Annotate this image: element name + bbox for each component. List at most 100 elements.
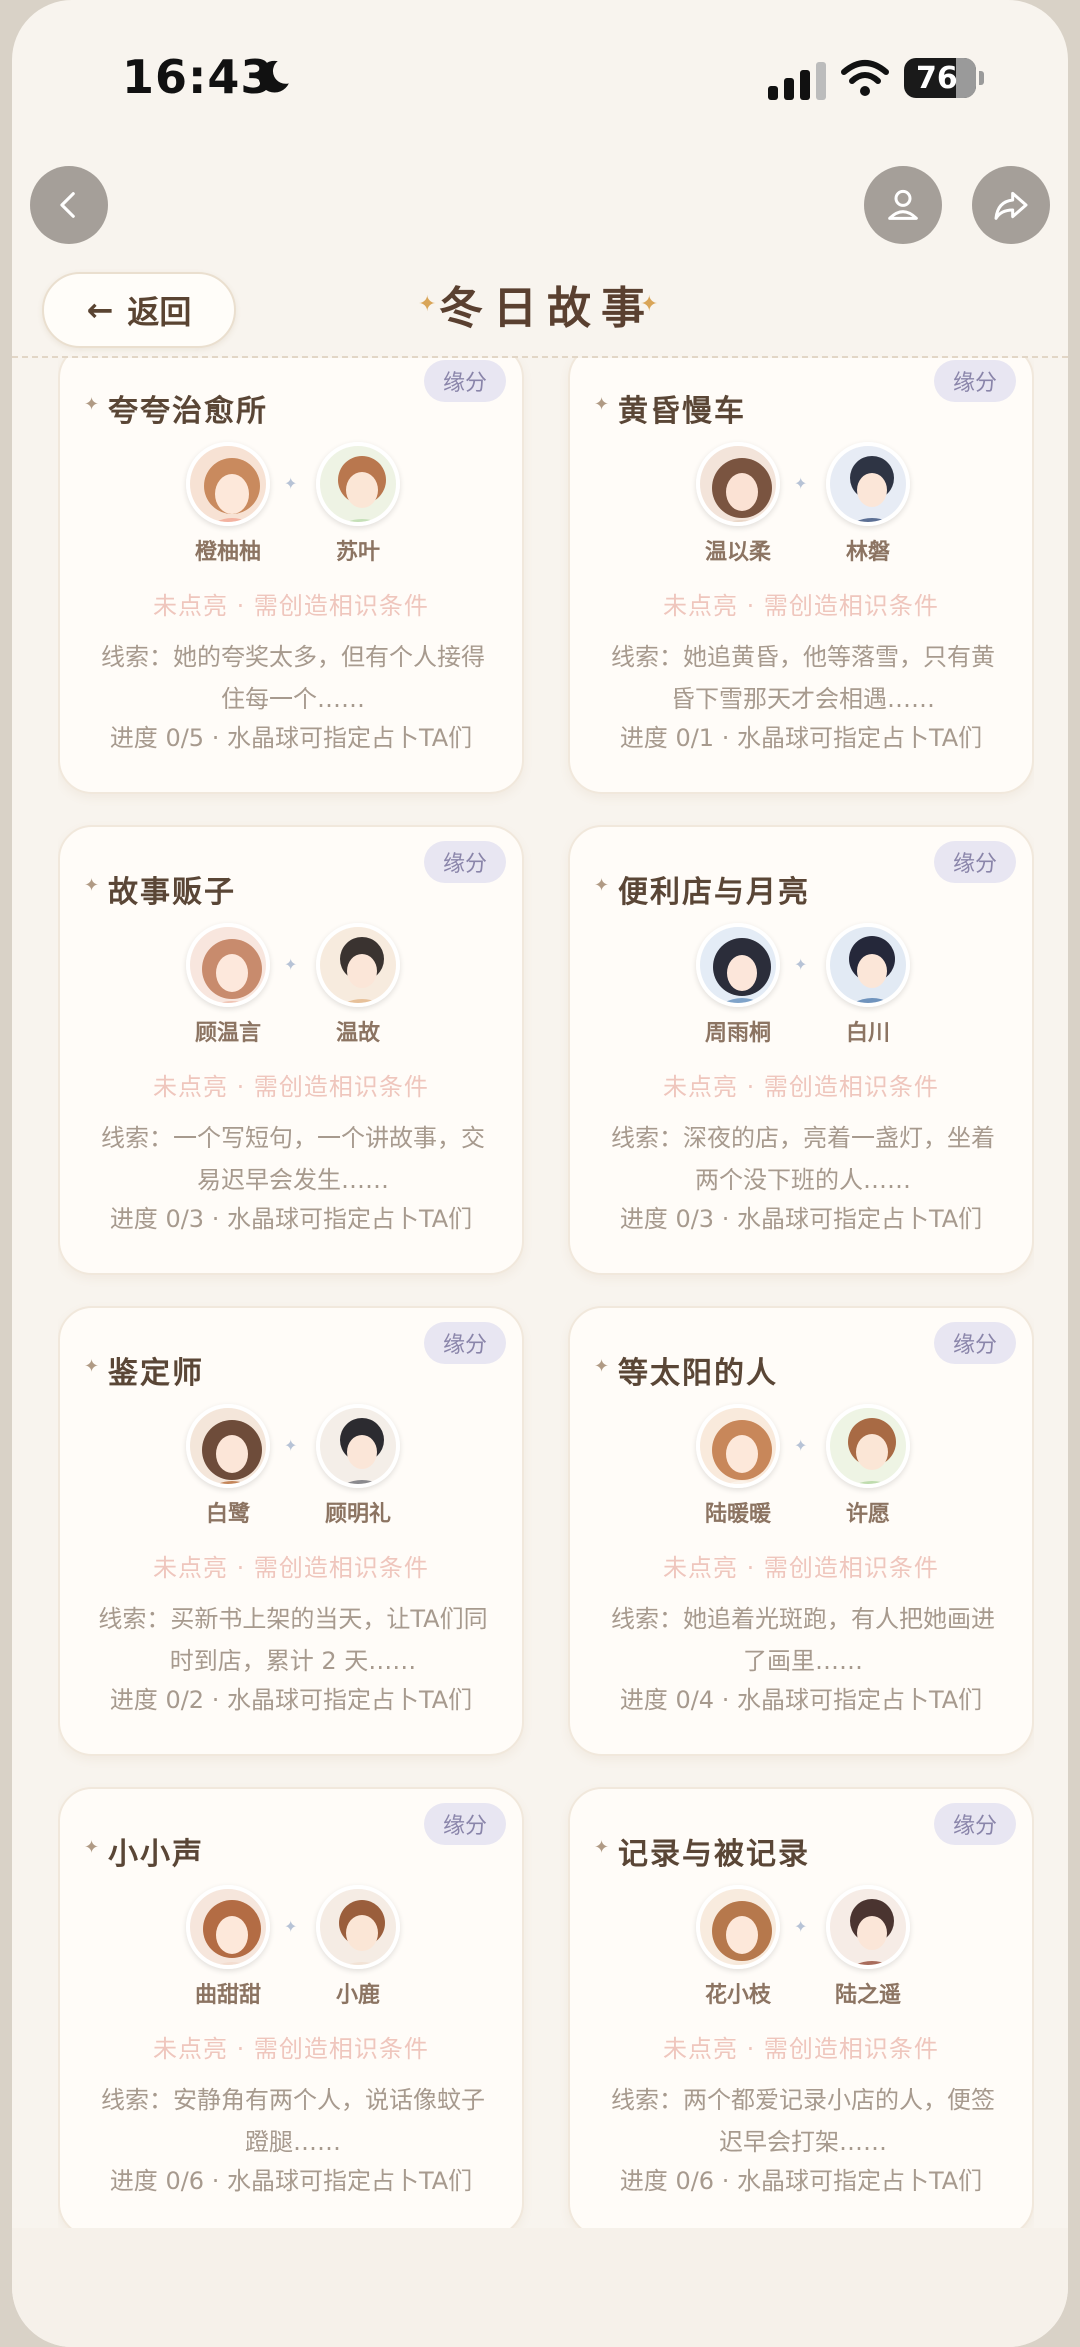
- star-icon: ✦: [594, 394, 610, 415]
- story-card[interactable]: 缘分 ✦ 记录与被记录 ✦ 花小枝 陆之遥 未点亮 · 需创造相识条件 线索：两…: [568, 1787, 1034, 2228]
- story-card[interactable]: 缘分 ✦ 等太阳的人 ✦ 陆暖暖 许愿 未点亮 · 需创造相识条件 线索：她追着…: [568, 1306, 1034, 1756]
- nav-back-button[interactable]: [30, 166, 108, 244]
- fate-badge: 缘分: [424, 841, 506, 883]
- character-name: 顾明礼: [324, 1502, 391, 1527]
- card-progress: 进度 0/5 · 水晶球可指定占卜TA们: [109, 724, 473, 752]
- card-title: 便利店与月亮: [618, 875, 810, 910]
- fate-badge: 缘分: [424, 360, 506, 402]
- character-name: 橙柚柚: [194, 540, 261, 565]
- card-title: 小小声: [108, 1837, 204, 1872]
- card-progress: 进度 0/6 · 水晶球可指定占卜TA们: [109, 2167, 473, 2195]
- card-progress: 进度 0/3 · 水晶球可指定占卜TA们: [109, 1205, 473, 1233]
- avatar: [316, 442, 400, 526]
- card-clue: 线索：她追黄昏，他等落雪，只有黄昏下雪那天才会相遇……: [611, 643, 995, 713]
- avatar: [696, 1404, 780, 1488]
- card-title: 记录与被记录: [618, 1837, 810, 1872]
- fate-badge: 缘分: [934, 1803, 1016, 1845]
- character-name: 小鹿: [335, 1983, 380, 2008]
- status-time: 16:43: [122, 50, 274, 104]
- avatar: [826, 1885, 910, 1969]
- fate-badge: 缘分: [424, 1322, 506, 1364]
- card-clue: 线索：买新书上架的当天，让TA们同时到店，累计 2 天……: [98, 1605, 488, 1675]
- fate-badge: 缘分: [934, 841, 1016, 883]
- sparkle-icon: ✦: [794, 474, 808, 493]
- star-icon: ✦: [594, 1356, 610, 1377]
- avatar: [316, 1885, 400, 1969]
- character-name: 陆之遥: [834, 1983, 901, 2008]
- card-clue: 线索：深夜的店，亮着一盏灯，坐着两个没下班的人……: [611, 1124, 995, 1194]
- user-icon: [888, 189, 918, 220]
- sparkle-icon: ✦: [284, 474, 298, 493]
- avatar: [826, 442, 910, 526]
- star-icon: ✦: [594, 875, 610, 896]
- battery-level: 76: [916, 60, 958, 96]
- card-clue: 线索：两个都爱记录小店的人，便签迟早会打架……: [611, 2086, 995, 2156]
- card-progress: 进度 0/6 · 水晶球可指定占卜TA们: [619, 2167, 983, 2195]
- share-button[interactable]: [972, 166, 1050, 244]
- wifi-icon: [841, 60, 889, 96]
- avatar: [826, 1404, 910, 1488]
- card-clue: 线索：安静角有两个人，说话像蚊子蹬腿……: [101, 2086, 485, 2156]
- sparkle-icon: ✦: [284, 1917, 298, 1936]
- card-progress: 进度 0/1 · 水晶球可指定占卜TA们: [619, 724, 983, 752]
- return-button[interactable]: ← 返回: [42, 272, 236, 348]
- character-name: 林磐: [845, 540, 890, 565]
- profile-button[interactable]: [864, 166, 942, 244]
- status-bar: 16:43 76: [12, 0, 1068, 150]
- character-name: 许愿: [845, 1502, 890, 1527]
- story-card[interactable]: 缘分 ✦ 便利店与月亮 ✦ 周雨桐 白川 未点亮 · 需创造相识条件 线索：深夜…: [568, 825, 1034, 1275]
- chevron-left-icon: [60, 192, 75, 218]
- avatar: [696, 442, 780, 526]
- character-name: 顾温言: [194, 1021, 261, 1046]
- avatar: [186, 923, 270, 1007]
- character-name: 陆暖暖: [704, 1502, 771, 1527]
- phone-screen: 16:43 76 ← 返回 ✦ 冬日故事 ✦ 缘分 ✦ 夸夸治愈所 ✦ 橙柚柚 …: [12, 0, 1068, 2347]
- card-title: 黄昏慢车: [618, 394, 746, 429]
- character-name: 温故: [335, 1021, 380, 1046]
- card-progress: 进度 0/2 · 水晶球可指定占卜TA们: [109, 1686, 473, 1714]
- sparkle-icon: ✦: [794, 955, 808, 974]
- arrow-left-icon: ←: [86, 291, 114, 329]
- sparkle-icon: ✦: [284, 1436, 298, 1455]
- fate-badge: 缘分: [424, 1803, 506, 1845]
- star-icon: ✦: [84, 394, 100, 415]
- sparkle-icon: ✦: [640, 292, 659, 317]
- share-arrow-icon: [994, 191, 1028, 220]
- star-icon: ✦: [84, 1356, 100, 1377]
- story-card[interactable]: 缘分 ✦ 小小声 ✦ 曲甜甜 小鹿 未点亮 · 需创造相识条件 线索：安静角有两…: [58, 1787, 524, 2228]
- character-name: 苏叶: [335, 540, 380, 565]
- avatar: [316, 923, 400, 1007]
- avatar: [186, 442, 270, 526]
- avatar: [186, 1885, 270, 1969]
- sparkle-icon: ✦: [284, 955, 298, 974]
- avatar: [696, 1885, 780, 1969]
- character-name: 白鹭: [205, 1502, 250, 1527]
- star-icon: ✦: [84, 1837, 100, 1858]
- card-title: 夸夸治愈所: [108, 394, 268, 429]
- story-card[interactable]: 缘分 ✦ 鉴定师 ✦ 白鹭 顾明礼 未点亮 · 需创造相识条件 线索：买新书上架…: [58, 1306, 524, 1756]
- card-title: 等太阳的人: [618, 1356, 778, 1391]
- card-clue: 线索：她追着光斑跑，有人把她画进了画里……: [611, 1605, 995, 1675]
- story-card[interactable]: 缘分 ✦ 夸夸治愈所 ✦ 橙柚柚 苏叶 未点亮 · 需创造相识条件 线索：她的夸…: [58, 358, 524, 794]
- character-name: 曲甜甜: [194, 1983, 261, 2008]
- character-name: 花小枝: [704, 1983, 771, 2008]
- page-title: 冬日故事: [439, 283, 655, 334]
- bottom-area: [12, 2228, 1068, 2347]
- star-icon: ✦: [84, 875, 100, 896]
- moon-icon: [258, 60, 289, 93]
- card-clue: 线索：她的夸奖太多，但有个人接得住每一个……: [101, 643, 485, 713]
- story-card[interactable]: 缘分 ✦ 黄昏慢车 ✦ 温以柔 林磐 未点亮 · 需创造相识条件 线索：她追黄昏…: [568, 358, 1034, 794]
- avatar: [696, 923, 780, 1007]
- card-progress: 进度 0/3 · 水晶球可指定占卜TA们: [619, 1205, 983, 1233]
- star-icon: ✦: [594, 1837, 610, 1858]
- character-name: 周雨桐: [704, 1021, 771, 1046]
- battery-indicator: 76: [904, 58, 984, 98]
- fate-badge: 缘分: [934, 360, 1016, 402]
- avatar: [826, 923, 910, 1007]
- return-label: 返回: [127, 293, 192, 331]
- avatar: [316, 1404, 400, 1488]
- character-name: 温以柔: [704, 540, 771, 565]
- story-card[interactable]: 缘分 ✦ 故事贩子 ✦ 顾温言 温故 未点亮 · 需创造相识条件 线索：一个写短…: [58, 825, 524, 1275]
- character-name: 白川: [845, 1021, 890, 1046]
- sparkle-icon: ✦: [794, 1436, 808, 1455]
